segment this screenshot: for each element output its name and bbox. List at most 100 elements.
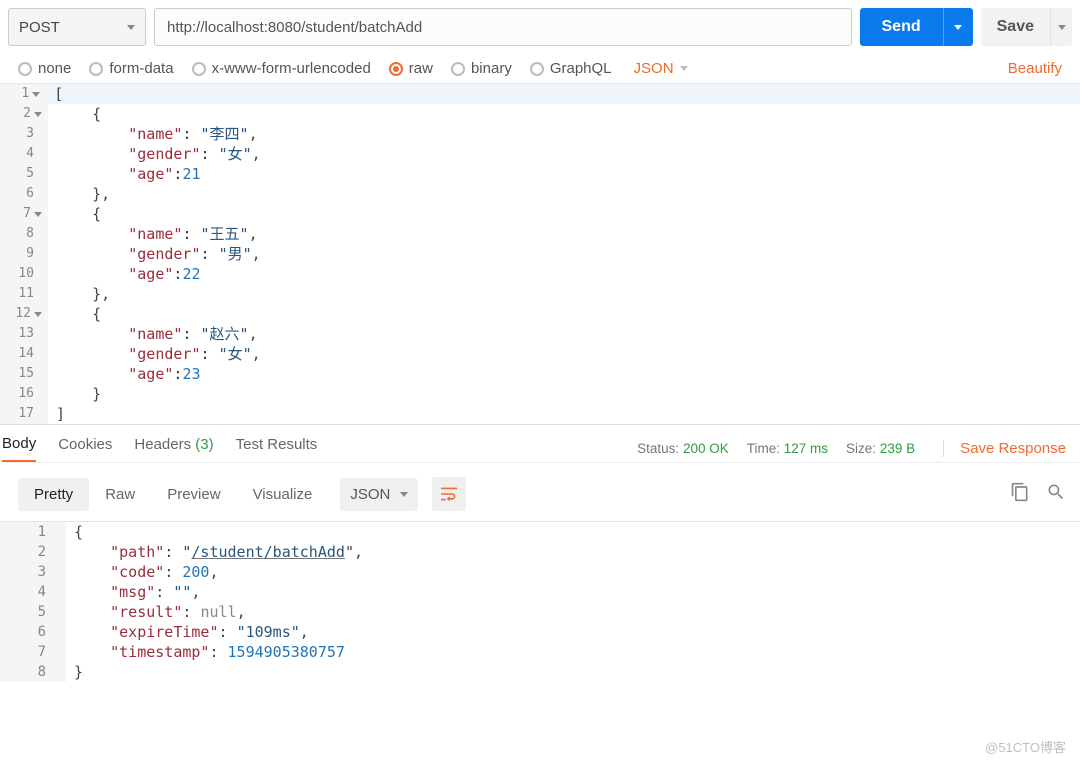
wrap-lines-button[interactable]: [432, 477, 466, 511]
code-content[interactable]: },: [48, 184, 110, 204]
code-content[interactable]: "age":23: [48, 364, 201, 384]
code-content[interactable]: },: [48, 284, 110, 304]
view-pretty[interactable]: Pretty: [18, 478, 89, 511]
radio-icon: [89, 62, 103, 76]
send-button[interactable]: Send: [860, 8, 943, 46]
code-line: 6 "expireTime": "109ms",: [0, 622, 1080, 642]
line-number: 3: [0, 124, 48, 144]
line-number: 1: [0, 522, 66, 542]
code-content[interactable]: "code": 200,: [66, 562, 219, 582]
code-content[interactable]: "gender": "女",: [48, 344, 261, 364]
body-type-binary[interactable]: binary: [451, 60, 512, 77]
url-input[interactable]: [154, 8, 852, 46]
code-line: 16 }: [0, 384, 1080, 404]
code-content[interactable]: "path": "/student/batchAdd",: [66, 542, 363, 562]
body-type-label: GraphQL: [550, 60, 612, 77]
code-content[interactable]: {: [48, 104, 101, 124]
body-type-form-data[interactable]: form-data: [89, 60, 173, 77]
code-line: 2 "path": "/student/batchAdd",: [0, 542, 1080, 562]
fold-icon[interactable]: [32, 92, 40, 97]
code-line: 4 "msg": "",: [0, 582, 1080, 602]
body-type-label: none: [38, 60, 71, 77]
body-type-label: raw: [409, 60, 433, 77]
code-content[interactable]: {: [66, 522, 83, 542]
line-number: 6: [0, 622, 66, 642]
line-number: 14: [0, 344, 48, 364]
code-line: 8}: [0, 662, 1080, 682]
status-label: Status:: [637, 441, 679, 456]
code-content[interactable]: "gender": "男",: [48, 244, 261, 264]
request-body-editor[interactable]: 1 [2 {3 "name": "李四",4 "gender": "女",5 "…: [0, 83, 1080, 424]
code-content[interactable]: "name": "王五",: [48, 224, 258, 244]
code-content[interactable]: "timestamp": 1594905380757: [66, 642, 345, 662]
content-type-value: JSON: [634, 60, 674, 77]
body-type-GraphQL[interactable]: GraphQL: [530, 60, 612, 77]
code-content[interactable]: "expireTime": "109ms",: [66, 622, 309, 642]
tab-body[interactable]: Body: [2, 435, 36, 462]
code-line: 4 "gender": "女",: [0, 144, 1080, 164]
size-value: 239 B: [880, 441, 915, 456]
radio-icon: [18, 62, 32, 76]
body-type-x-www-form-urlencoded[interactable]: x-www-form-urlencoded: [192, 60, 371, 77]
search-button[interactable]: [1046, 482, 1066, 506]
code-line: 11 },: [0, 284, 1080, 304]
response-meta: Status: 200 OK Time: 127 ms Size: 239 B: [637, 441, 915, 456]
code-content[interactable]: }: [66, 662, 83, 682]
tab-headers[interactable]: Headers (3): [134, 436, 213, 461]
line-number: 10: [0, 264, 48, 284]
line-number: 8: [0, 224, 48, 244]
line-number: 5: [0, 164, 48, 184]
code-content[interactable]: }: [48, 384, 101, 404]
code-content[interactable]: "result": null,: [66, 602, 246, 622]
view-preview[interactable]: Preview: [151, 478, 236, 511]
wrap-icon: [439, 486, 459, 502]
fold-icon[interactable]: [34, 212, 42, 217]
code-content[interactable]: "age":21: [48, 164, 201, 184]
response-type-value: JSON: [350, 486, 390, 503]
line-number: 16: [0, 384, 48, 404]
code-content[interactable]: "msg": "",: [66, 582, 200, 602]
chevron-down-icon: [1058, 25, 1066, 30]
code-line: 14 "gender": "女",: [0, 344, 1080, 364]
code-line: 10 "age":22: [0, 264, 1080, 284]
code-content[interactable]: "name": "赵六",: [48, 324, 258, 344]
body-type-raw[interactable]: raw: [389, 60, 433, 77]
line-number: 4: [0, 144, 48, 164]
line-number: 1: [0, 84, 46, 104]
response-type-dropdown[interactable]: JSON: [340, 478, 418, 511]
code-content[interactable]: "gender": "女",: [48, 144, 261, 164]
response-body-viewer[interactable]: 1{2 "path": "/student/batchAdd",3 "code"…: [0, 521, 1080, 682]
content-type-dropdown[interactable]: JSON: [634, 60, 688, 77]
line-number: 9: [0, 244, 48, 264]
body-type-label: x-www-form-urlencoded: [212, 60, 371, 77]
save-response-link[interactable]: Save Response: [943, 440, 1066, 457]
size-label: Size:: [846, 441, 876, 456]
fold-icon[interactable]: [34, 112, 42, 117]
code-content[interactable]: {: [48, 204, 101, 224]
tab-cookies[interactable]: Cookies: [58, 436, 112, 461]
method-dropdown[interactable]: POST: [8, 8, 146, 46]
code-content[interactable]: ]: [48, 404, 65, 424]
view-raw[interactable]: Raw: [89, 478, 151, 511]
watermark: @51CTO博客: [985, 737, 1066, 756]
code-content[interactable]: "age":22: [48, 264, 201, 284]
body-type-none[interactable]: none: [18, 60, 71, 77]
code-line: 12 {: [0, 304, 1080, 324]
copy-icon: [1010, 482, 1030, 502]
view-visualize[interactable]: Visualize: [237, 478, 329, 511]
code-content[interactable]: "name": "李四",: [48, 124, 258, 144]
tab-test-results[interactable]: Test Results: [236, 436, 318, 461]
fold-icon[interactable]: [34, 312, 42, 317]
line-number: 17: [0, 404, 48, 424]
beautify-link[interactable]: Beautify: [1008, 60, 1062, 77]
code-line: 6 },: [0, 184, 1080, 204]
code-content[interactable]: [: [46, 84, 1080, 104]
code-line: 3 "name": "李四",: [0, 124, 1080, 144]
save-dropdown-button[interactable]: [1050, 8, 1072, 46]
save-button[interactable]: Save: [981, 8, 1050, 46]
line-number: 8: [0, 662, 66, 682]
code-content[interactable]: {: [48, 304, 101, 324]
chevron-down-icon: [680, 66, 688, 71]
copy-button[interactable]: [1010, 482, 1030, 506]
send-dropdown-button[interactable]: [943, 8, 973, 46]
